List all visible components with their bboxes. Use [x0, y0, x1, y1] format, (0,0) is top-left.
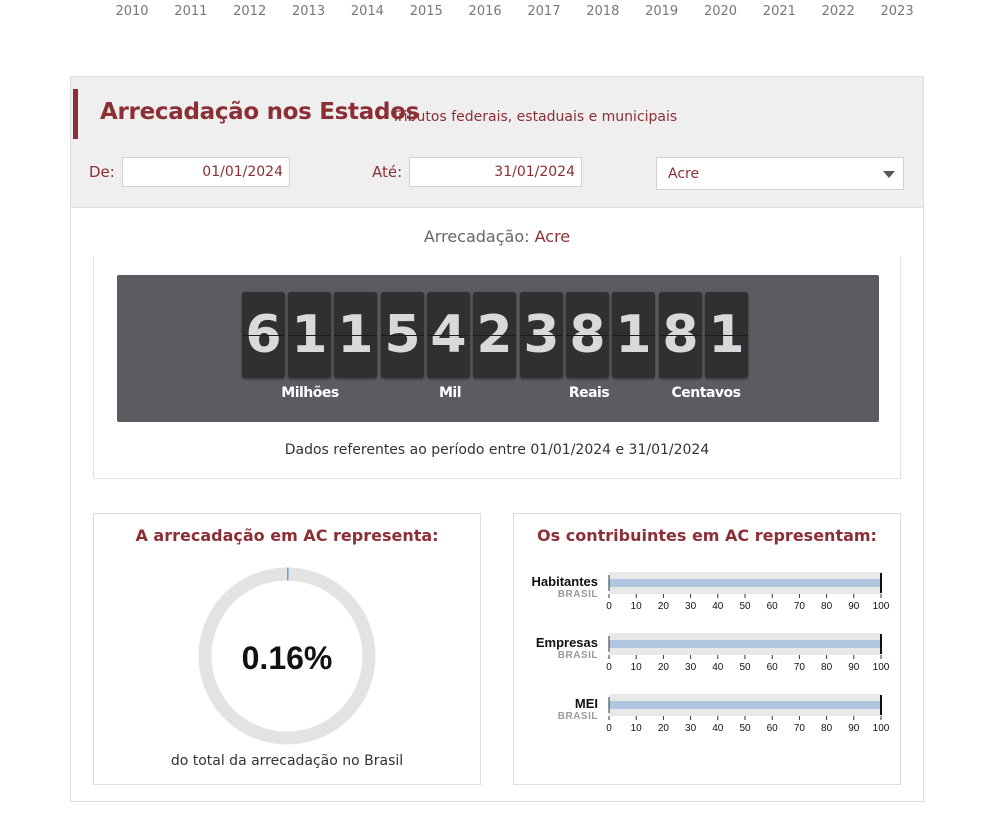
contributors-card: Os contribuintes em AC representam: Habi… — [513, 513, 901, 785]
tick-label: 70 — [794, 662, 806, 673]
counter-digit: 4 — [427, 292, 470, 378]
tick-label: 10 — [631, 662, 643, 673]
tick-label: 20 — [658, 662, 670, 673]
tick-label: 20 — [658, 601, 670, 612]
tick-label: 90 — [848, 601, 860, 612]
revenue-heading: Arrecadação: Acre — [71, 227, 923, 246]
year-link-2022[interactable]: 2022 — [813, 4, 863, 19]
tick-label: 40 — [712, 662, 724, 673]
bar — [609, 640, 881, 648]
contributors-bar-chart: HabitantesBRASIL0 10 20 30 40 50 60 70 80 90 100Em… — [532, 572, 890, 734]
contributors-card-title: Os contribuintes em AC representam: — [537, 526, 877, 545]
chevron-down-icon[interactable] — [883, 171, 895, 178]
tick-label: 0 — [606, 662, 612, 673]
page-title: Arrecadação nos Estados — [100, 99, 420, 125]
tick-label: 70 — [794, 601, 806, 612]
year-link-2011[interactable]: 2011 — [166, 4, 216, 19]
counter-unit-label: Mil — [438, 385, 462, 401]
share-percent: 0.16% — [241, 640, 333, 676]
counter-digit: 5 — [381, 292, 424, 378]
bar — [609, 701, 881, 709]
share-card: A arrecadação em AC representa: 0.16% do… — [93, 513, 481, 785]
to-label: Até: — [372, 163, 403, 181]
tick-label: 100 — [873, 662, 890, 673]
tick-label: 30 — [685, 662, 697, 673]
year-link-2012[interactable]: 2012 — [225, 4, 275, 19]
revenue-counter-box: 61154238181 Milhões Mil Reais Centavos Dado… — [93, 257, 901, 479]
tick-label: 100 — [873, 723, 890, 734]
tick-label: 60 — [767, 662, 779, 673]
tick-label: 80 — [821, 601, 833, 612]
year-link-2013[interactable]: 2013 — [284, 4, 334, 19]
counter-digit: 1 — [612, 292, 655, 378]
period-text: Dados referentes ao período entre 01/01/… — [284, 442, 710, 458]
tick-label: 40 — [712, 601, 724, 612]
year-link-2023[interactable]: 2023 — [872, 4, 922, 19]
year-link-2015[interactable]: 2015 — [401, 4, 451, 19]
counter-digit: 2 — [473, 292, 516, 378]
year-link-2020[interactable]: 2020 — [696, 4, 746, 19]
tick-label: 20 — [658, 723, 670, 734]
tick-label: 100 — [873, 601, 890, 612]
year-link-2017[interactable]: 2017 — [519, 4, 569, 19]
revenue-heading-state: Acre — [534, 227, 571, 246]
revenue-heading-prefix: Arrecadação: — [423, 227, 530, 246]
tick-label: 60 — [767, 601, 779, 612]
year-link-2019[interactable]: 2019 — [637, 4, 687, 19]
tick-label: 40 — [712, 723, 724, 734]
revenue-counter: 61154238181 Milhões Mil Reais Centavos — [117, 275, 879, 422]
tick-label: 90 — [848, 723, 860, 734]
tick-label: 50 — [739, 662, 751, 673]
from-label: De: — [89, 163, 115, 181]
counter-digit: 6 — [242, 292, 285, 378]
tick-label: 10 — [631, 723, 643, 734]
tick-label: 50 — [739, 723, 751, 734]
tick-label: 50 — [739, 601, 751, 612]
counter-unit-label: Centavos — [671, 385, 741, 401]
tick-label: 60 — [767, 723, 779, 734]
counter-unit-label: Milhões — [281, 385, 339, 401]
tick-label: 30 — [685, 723, 697, 734]
tick-label: 80 — [821, 723, 833, 734]
counter-unit-label: Reais — [568, 385, 610, 401]
year-link-2016[interactable]: 2016 — [460, 4, 510, 19]
tick-label: 90 — [848, 662, 860, 673]
share-footer: do total da arrecadação no Brasil — [170, 753, 404, 769]
tick-label: 70 — [794, 723, 806, 734]
tick-label: 10 — [631, 601, 643, 612]
bar — [609, 579, 881, 587]
counter-digit: 8 — [566, 292, 609, 378]
bar-category-label: MEI — [575, 696, 598, 711]
tick-label: 30 — [685, 601, 697, 612]
panel-header: Arrecadação nos Estados - Tributos feder… — [71, 77, 923, 208]
year-link-2021[interactable]: 2021 — [754, 4, 804, 19]
tick-label: 0 — [606, 723, 612, 734]
counter-digit: 1 — [288, 292, 331, 378]
page-subtitle: - Tributos federais, estaduais e municip… — [382, 109, 678, 125]
state-select-value: Acre — [668, 166, 700, 182]
state-revenue-panel: Arrecadação nos Estados - Tributos feder… — [70, 76, 924, 802]
counter-digit: 3 — [520, 292, 563, 378]
tick-label: 80 — [821, 662, 833, 673]
counter-digit: 1 — [334, 292, 377, 378]
bar-category-label: Empresas — [536, 635, 598, 650]
year-link-2010[interactable]: 2010 — [107, 4, 157, 19]
state-select[interactable]: Acre — [656, 157, 904, 190]
tick-label: 0 — [606, 601, 612, 612]
counter-digit: 8 — [659, 292, 702, 378]
bar-category-label: Habitantes — [532, 574, 598, 589]
to-date-input[interactable] — [409, 157, 582, 187]
year-selector: 2010 2011 2012 2013 2014 2015 2016 2017 2018 2019… — [0, 4, 984, 22]
title-accent-bar — [73, 89, 78, 139]
share-card-title: A arrecadação em AC representa: — [135, 526, 439, 545]
counter-digit: 1 — [705, 292, 748, 378]
year-link-2018[interactable]: 2018 — [578, 4, 628, 19]
year-link-2014[interactable]: 2014 — [342, 4, 392, 19]
bar-category-sublabel: BRASIL — [558, 589, 598, 600]
bar-category-sublabel: BRASIL — [558, 711, 598, 722]
bar-category-sublabel: BRASIL — [558, 650, 598, 661]
from-date-input[interactable] — [122, 157, 290, 187]
